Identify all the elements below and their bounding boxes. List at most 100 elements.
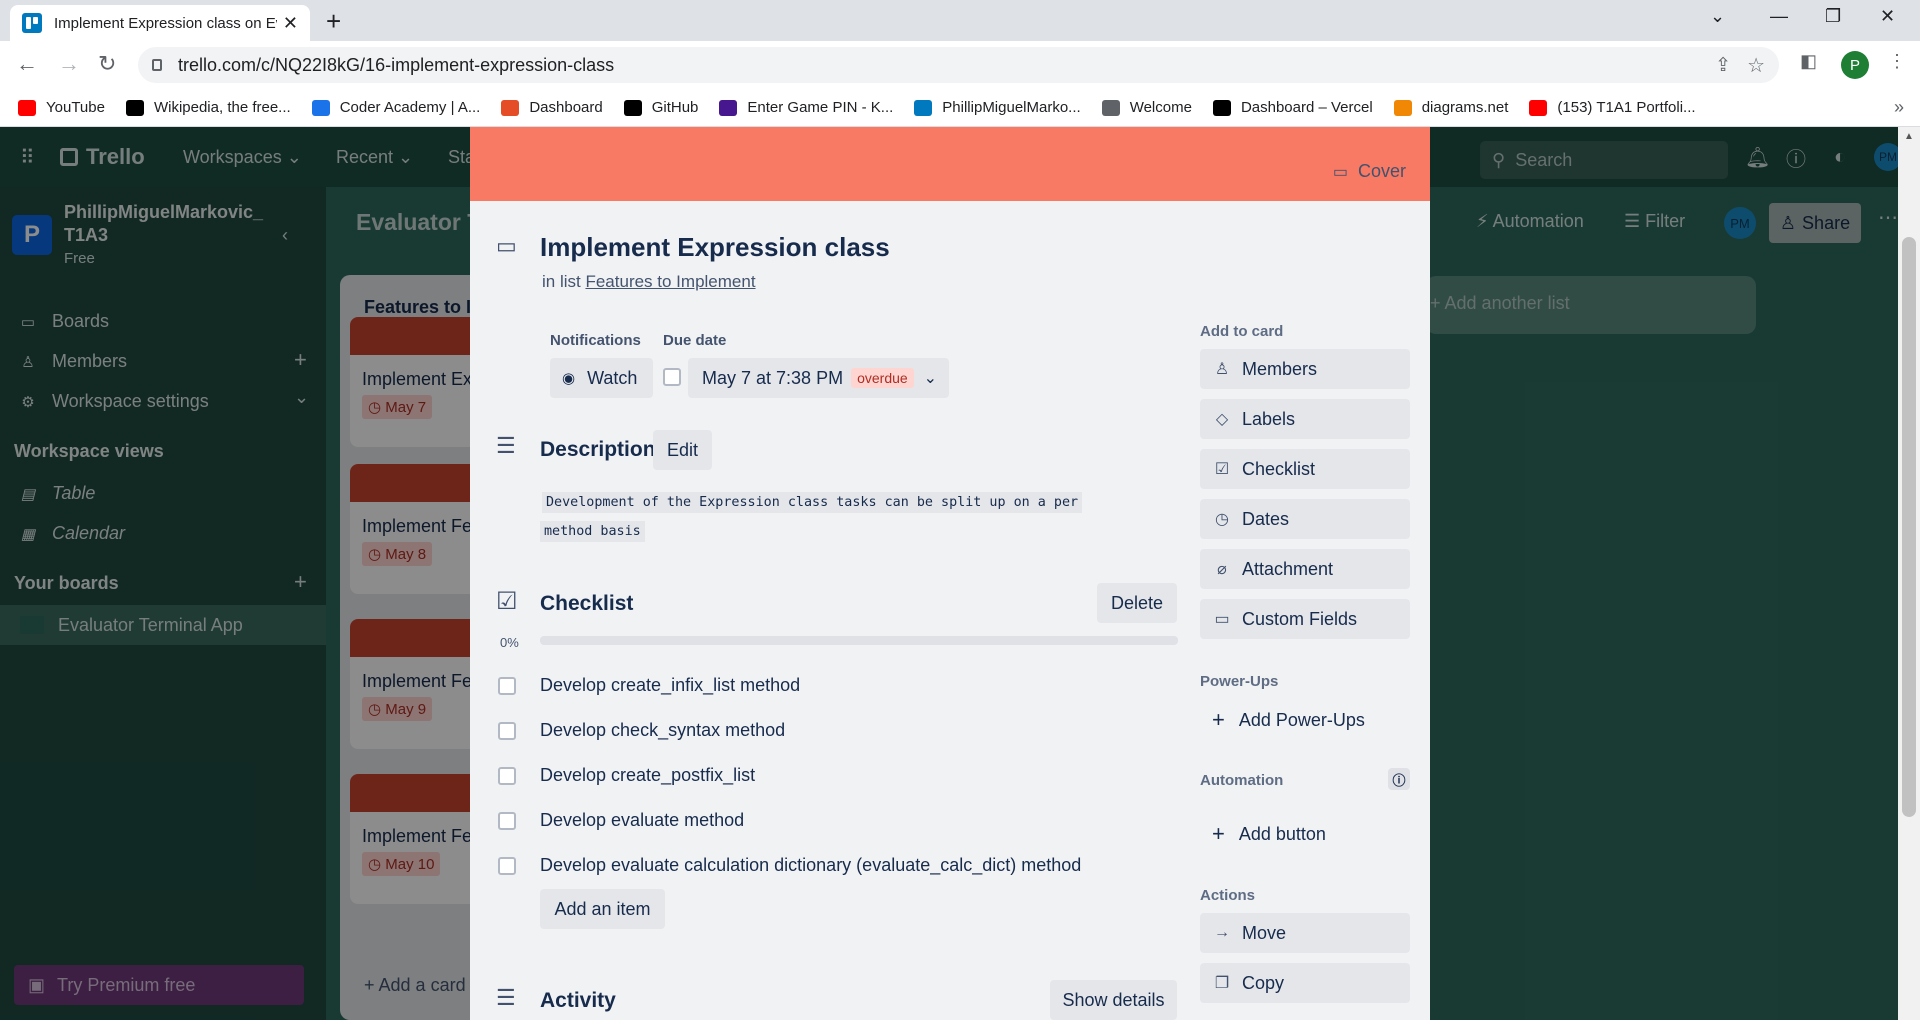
info-icon[interactable]: ⓘ <box>1388 768 1410 790</box>
side-button-label: Dates <box>1242 508 1290 529</box>
checklist-item-text[interactable]: Develop create_postfix_list <box>540 765 755 786</box>
watch-button[interactable]: ◉ Watch <box>550 358 653 398</box>
share-icon[interactable]: ⇪ <box>1715 54 1731 77</box>
action-copy-button[interactable]: ❐ Copy <box>1200 963 1410 1003</box>
add-to-card-dates-button[interactable]: ◷ Dates <box>1200 499 1410 539</box>
description-line: method basis <box>540 521 645 542</box>
bookmark-item[interactable]: Dashboard <box>501 99 603 116</box>
checklist-item-text[interactable]: Develop evaluate method <box>540 810 744 831</box>
checklist-item-checkbox[interactable] <box>498 812 516 830</box>
github-icon <box>623 99 642 116</box>
description-text[interactable]: Development of the Expression class task… <box>540 488 1083 546</box>
checklist-item-checkbox[interactable] <box>498 767 516 785</box>
list-link[interactable]: Features to Implement <box>585 272 755 291</box>
window-close-icon[interactable]: ✕ <box>1880 6 1895 27</box>
bookmark-item[interactable]: Enter Game PIN - K... <box>719 99 893 116</box>
add-powerups-button[interactable]: + Add Power-Ups <box>1212 707 1365 733</box>
cover-icon: ▭ <box>1332 163 1348 181</box>
browser-toolbar: ← → ↻ trello.com/c/NQ22I8kG/16-implement… <box>0 41 1920 89</box>
show-details-button[interactable]: Show details <box>1050 980 1177 1020</box>
bookmark-item[interactable]: Dashboard – Vercel <box>1212 99 1373 116</box>
tab-title: Implement Expression class on Ev <box>54 14 277 32</box>
new-tab-icon[interactable]: + <box>326 6 341 37</box>
bookmark-label: Dashboard <box>529 99 603 116</box>
bookmark-label: PhillipMiguelMarko... <box>942 99 1081 116</box>
card-list-info: in list Features to Implement <box>542 272 756 292</box>
description-line: Development of the Expression class task… <box>542 492 1083 513</box>
bookmark-item[interactable]: Wikipedia, the free... <box>125 99 291 116</box>
overdue-badge: overdue <box>851 368 914 388</box>
show-details-label: Show details <box>1062 989 1165 1010</box>
add-button-label: Add button <box>1238 823 1326 844</box>
scroll-up-icon[interactable]: ▲ <box>1904 131 1914 142</box>
reload-icon[interactable]: ↻ <box>98 51 116 77</box>
bookmark-item[interactable]: Coder Academy | A... <box>311 99 481 116</box>
minimize-icon[interactable]: — <box>1770 6 1788 27</box>
back-icon[interactable]: ← <box>16 51 38 77</box>
profile-avatar[interactable]: P <box>1841 51 1869 79</box>
bookmark-item[interactable]: GitHub <box>623 99 699 116</box>
youtube-icon <box>18 99 36 116</box>
checklist-item-checkbox[interactable] <box>498 677 516 695</box>
add-to-card-attachment-button[interactable]: ⌀ Attachment <box>1200 549 1410 589</box>
checklist-item-text[interactable]: Develop check_syntax method <box>540 720 785 741</box>
delete-checklist-button[interactable]: Delete <box>1097 583 1177 623</box>
due-date-button[interactable]: May 7 at 7:38 PM overdue ⌄ <box>688 358 949 398</box>
bookmark-item[interactable]: (153) T1A1 Portfoli... <box>1529 99 1696 116</box>
bookmark-item[interactable]: diagrams.net <box>1393 99 1508 116</box>
side-button-label: Labels <box>1242 408 1296 429</box>
bookmark-item[interactable]: Welcome <box>1101 99 1192 116</box>
checklist-item-checkbox[interactable] <box>498 857 516 875</box>
more-bookmarks-icon[interactable]: » <box>1894 97 1904 118</box>
description-title: Description <box>540 438 656 461</box>
checklist-item-checkbox[interactable] <box>498 722 516 740</box>
add-to-card-members-button[interactable]: ♙ Members <box>1200 349 1410 389</box>
clock-icon: ◷ <box>1215 511 1229 528</box>
close-tab-icon[interactable]: ✕ <box>283 13 298 34</box>
vercel-icon <box>1212 99 1231 116</box>
card-title[interactable]: Implement Expression class <box>540 232 890 263</box>
bookmark-label: Coder Academy | A... <box>339 99 481 116</box>
address-bar[interactable]: trello.com/c/NQ22I8kG/16-implement-expre… <box>138 47 1779 83</box>
due-date-value: May 7 at 7:38 PM <box>702 367 844 388</box>
forward-icon[interactable]: → <box>58 51 80 77</box>
bookmark-label: Welcome <box>1129 99 1192 116</box>
add-to-card-labels-button[interactable]: ◇ Labels <box>1200 399 1410 439</box>
add-automation-button[interactable]: + Add button <box>1212 821 1326 847</box>
bookmark-star-icon[interactable]: ☆ <box>1747 53 1765 78</box>
custom-fields-icon: ▭ <box>1214 611 1230 628</box>
checklist-title[interactable]: Checklist <box>540 592 633 616</box>
side-button-label: Move <box>1242 922 1287 943</box>
add-to-card-custom-fields-button[interactable]: ▭ Custom Fields <box>1200 599 1410 639</box>
actions-title: Actions <box>1200 887 1256 904</box>
url-text: trello.com/c/NQ22I8kG/16-implement-expre… <box>178 54 615 75</box>
due-date-checkbox[interactable] <box>663 368 681 386</box>
bookmark-label: Wikipedia, the free... <box>153 99 291 116</box>
edit-description-button[interactable]: Edit <box>653 430 712 470</box>
globe-icon <box>1101 99 1120 116</box>
lock-icon <box>152 59 162 71</box>
cover-button[interactable]: ▭ Cover <box>1333 161 1406 182</box>
side-button-label: Copy <box>1242 972 1285 993</box>
add-item-button[interactable]: Add an item <box>540 889 665 929</box>
description-icon: ☰ <box>496 433 516 458</box>
action-move-button[interactable]: → Move <box>1200 913 1410 953</box>
kahoot-icon <box>719 99 738 116</box>
trello-icon <box>914 99 933 116</box>
bookmark-item[interactable]: PhillipMiguelMarko... <box>914 99 1081 116</box>
card-icon: ▭ <box>496 233 517 258</box>
checklist-item-text[interactable]: Develop evaluate calculation dictionary … <box>540 855 1081 876</box>
browser-menu-icon[interactable]: ⋮ <box>1888 51 1906 72</box>
checklist-item-text[interactable]: Develop create_infix_list method <box>540 675 800 696</box>
checklist-progress-bar <box>540 636 1178 645</box>
tab-search-icon[interactable]: ⌄ <box>1710 6 1725 27</box>
browser-tab[interactable]: Implement Expression class on Ev ✕ <box>10 5 310 41</box>
bookmark-label: GitHub <box>651 99 699 116</box>
add-to-card-checklist-button[interactable]: ☑ Checklist <box>1200 449 1410 489</box>
page-scrollbar[interactable]: ▲ <box>1898 127 1920 1020</box>
bookmark-item[interactable]: YouTube <box>18 99 105 116</box>
scrollbar-thumb[interactable] <box>1902 237 1916 817</box>
checklist-icon: ☑ <box>1214 461 1230 478</box>
restore-icon[interactable]: ❐ <box>1825 6 1841 27</box>
side-panel-icon[interactable]: ◧ <box>1800 51 1817 72</box>
